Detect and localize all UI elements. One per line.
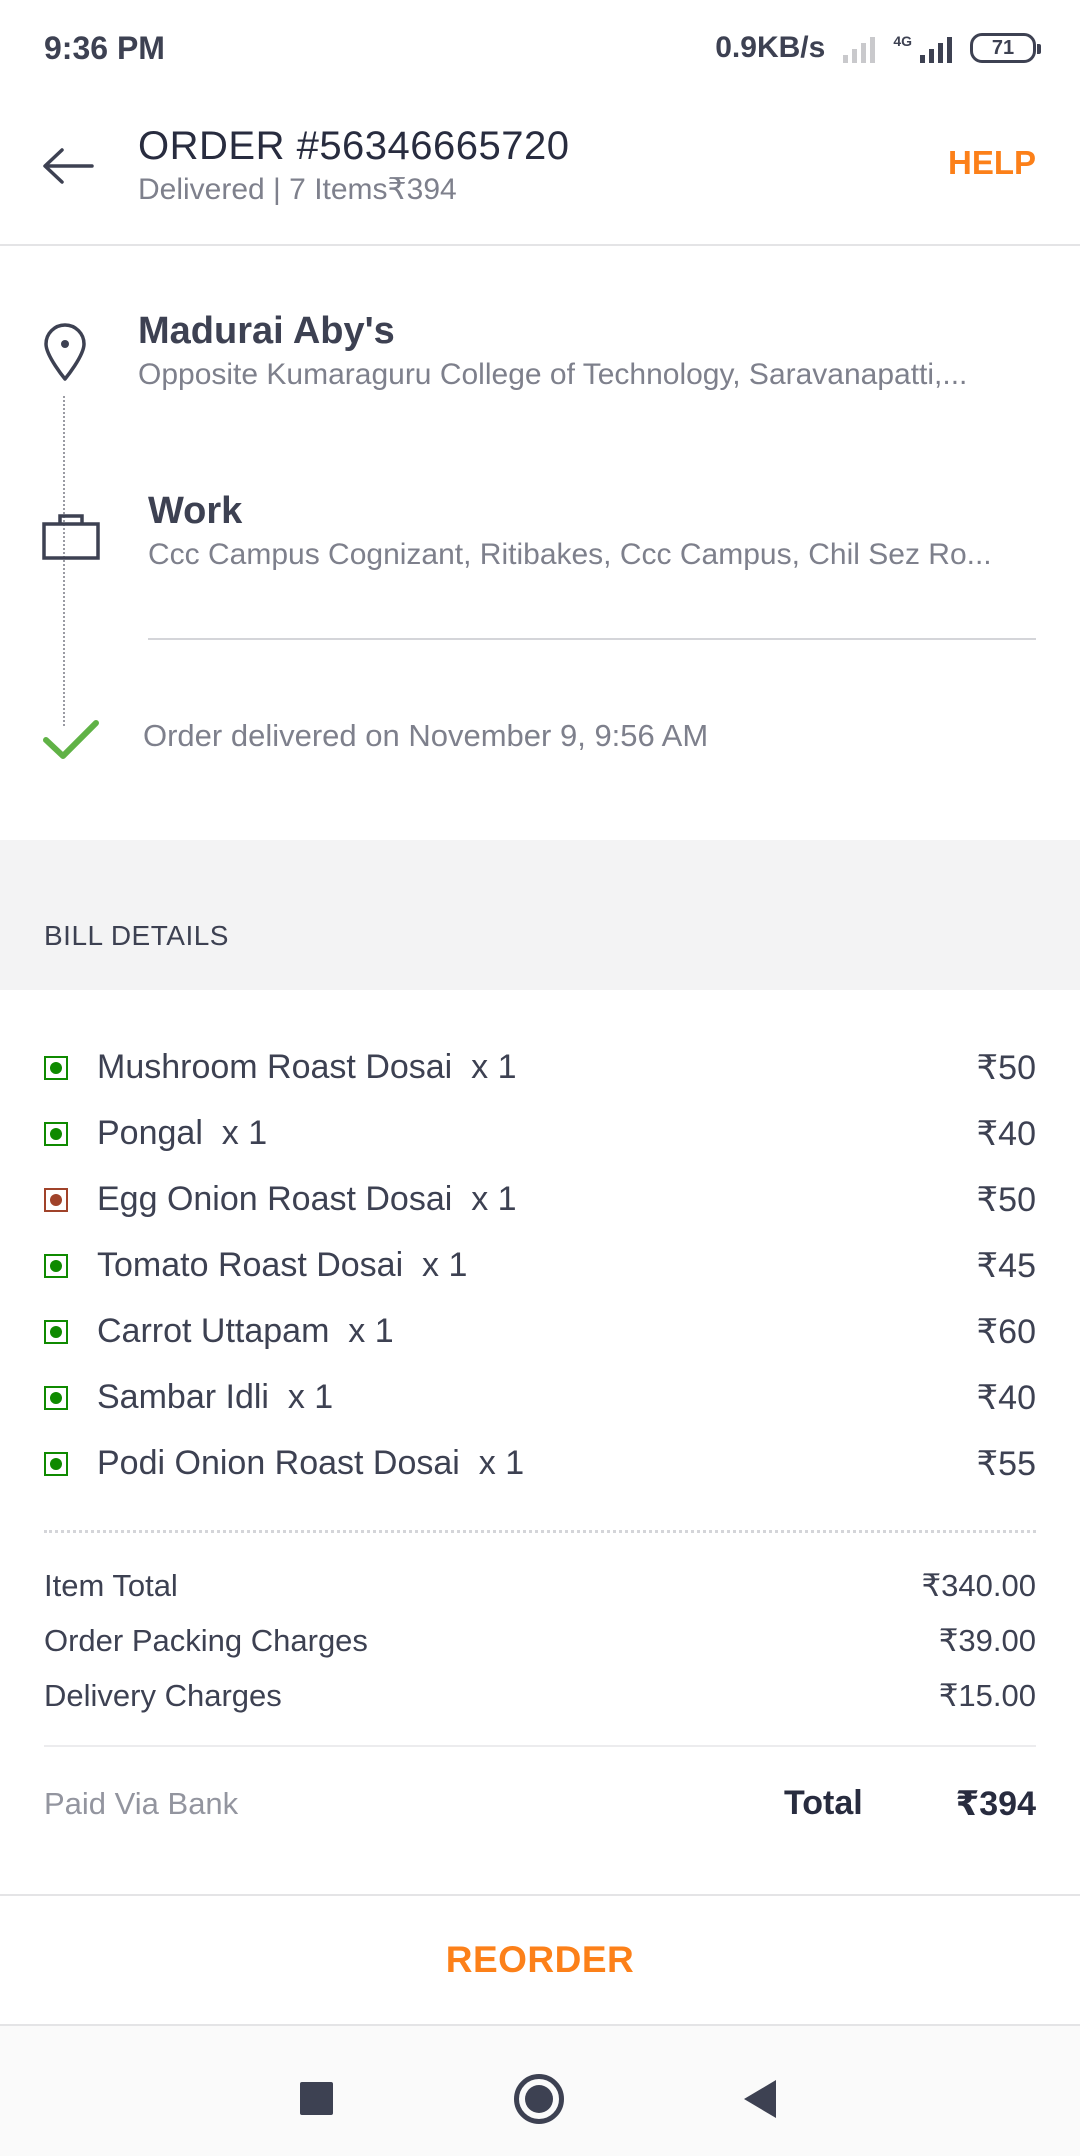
item-name: Egg Onion Roast Dosai x 1 [97,1180,517,1218]
restaurant-address: Opposite Kumaraguru College of Technolog… [138,358,968,391]
charge-row: Delivery Charges ₹15.00 [0,1670,1080,1725]
item-price: ₹40 [976,1379,1036,1417]
destination-address: Ccc Campus Cognizant, Ritibakes, Ccc Cam… [148,538,992,571]
destination-label: Work [148,490,243,532]
charge-value: ₹39.00 [938,1623,1036,1658]
item-price: ₹45 [976,1247,1036,1285]
bill-details-title: BILL DETAILS [44,920,229,951]
veg-indicator-icon [44,1056,68,1080]
charge-value: ₹15.00 [938,1678,1036,1713]
delivery-status: Order delivered on November 9, 9:56 AM [143,718,709,753]
route-divider [148,638,1036,640]
item-price: ₹60 [976,1313,1036,1351]
total-label: Total [784,1784,863,1822]
item-name: Podi Onion Roast Dosai x 1 [97,1444,525,1482]
list-item: Egg Onion Roast Dosai x 1 ₹50 [0,1168,1080,1234]
bill-details-header: BILL DETAILS [0,840,1080,990]
item-price: ₹50 [976,1181,1036,1219]
route-connector [63,396,65,726]
charge-label: Delivery Charges [44,1678,282,1713]
order-title: ORDER #56346665720 [138,124,570,168]
back-triangle-icon[interactable] [744,2080,776,2118]
signal-sim1-icon [843,33,876,63]
restaurant-name: Madurai Aby's [138,310,395,352]
order-details-screen: 9:36 PM 0.9KB/s 4G 71 ORDER #56346665720… [0,0,1080,2156]
arrow-left-icon[interactable] [40,146,96,186]
item-price: ₹55 [976,1445,1036,1483]
item-name: Mushroom Roast Dosai x 1 [97,1048,517,1086]
delivery-route: Madurai Aby's Opposite Kumaraguru Colleg… [0,246,1080,840]
system-nav-bar [0,2026,1080,2156]
charge-row: Order Packing Charges ₹39.00 [0,1615,1080,1670]
order-subtitle: Delivered | 7 Items₹394 [138,173,457,206]
status-time: 9:36 PM [44,29,165,66]
list-item: Mushroom Roast Dosai x 1 ₹50 [0,1036,1080,1102]
item-name: Tomato Roast Dosai x 1 [97,1246,468,1284]
location-pin-icon [44,323,86,381]
item-name: Pongal x 1 [97,1114,268,1152]
total-divider [44,1745,1036,1747]
list-item: Sambar Idli x 1 ₹40 [0,1366,1080,1432]
list-item: Podi Onion Roast Dosai x 1 ₹55 [0,1432,1080,1498]
charge-value: ₹340.00 [921,1568,1036,1603]
check-icon [43,720,99,759]
item-price: ₹50 [976,1049,1036,1087]
charge-label: Item Total [44,1568,178,1603]
charge-row: Item Total ₹340.00 [0,1560,1080,1615]
veg-indicator-icon [44,1452,68,1476]
list-item: Pongal x 1 ₹40 [0,1102,1080,1168]
total-value: ₹394 [955,1785,1036,1823]
nonveg-indicator-icon [44,1188,68,1212]
charges-list: Item Total ₹340.00 Order Packing Charges… [0,1560,1080,1725]
network-type: 4G [893,33,912,49]
signal-sim2-icon [920,33,952,63]
item-name: Sambar Idli x 1 [97,1378,334,1416]
list-item: Tomato Roast Dosai x 1 ₹45 [0,1234,1080,1300]
bill-items-list: Mushroom Roast Dosai x 1 ₹50 Pongal x 1 … [0,1036,1080,1498]
veg-indicator-icon [44,1254,68,1278]
briefcase-icon [42,514,100,560]
veg-indicator-icon [44,1320,68,1344]
charge-label: Order Packing Charges [44,1623,368,1658]
item-price: ₹40 [976,1115,1036,1153]
order-header: ORDER #56346665720 Delivered | 7 Items₹3… [0,96,1080,246]
status-icons: 0.9KB/s 4G 71 [715,31,1041,65]
battery-icon: 71 [970,33,1041,63]
help-button[interactable]: HELP [948,144,1036,182]
veg-indicator-icon [44,1122,68,1146]
home-icon[interactable] [514,2074,564,2124]
items-divider [44,1530,1036,1533]
reorder-bar: REORDER [0,1894,1080,2026]
network-speed: 0.9KB/s [715,31,826,64]
payment-method: Paid Via Bank [44,1786,239,1821]
item-name: Carrot Uttapam x 1 [97,1312,394,1350]
status-bar: 9:36 PM 0.9KB/s 4G 71 [0,0,1080,96]
reorder-button[interactable]: REORDER [446,1939,635,1981]
veg-indicator-icon [44,1386,68,1410]
battery-level: 71 [991,36,1015,59]
list-item: Carrot Uttapam x 1 ₹60 [0,1300,1080,1366]
recent-apps-icon[interactable] [300,2082,333,2115]
